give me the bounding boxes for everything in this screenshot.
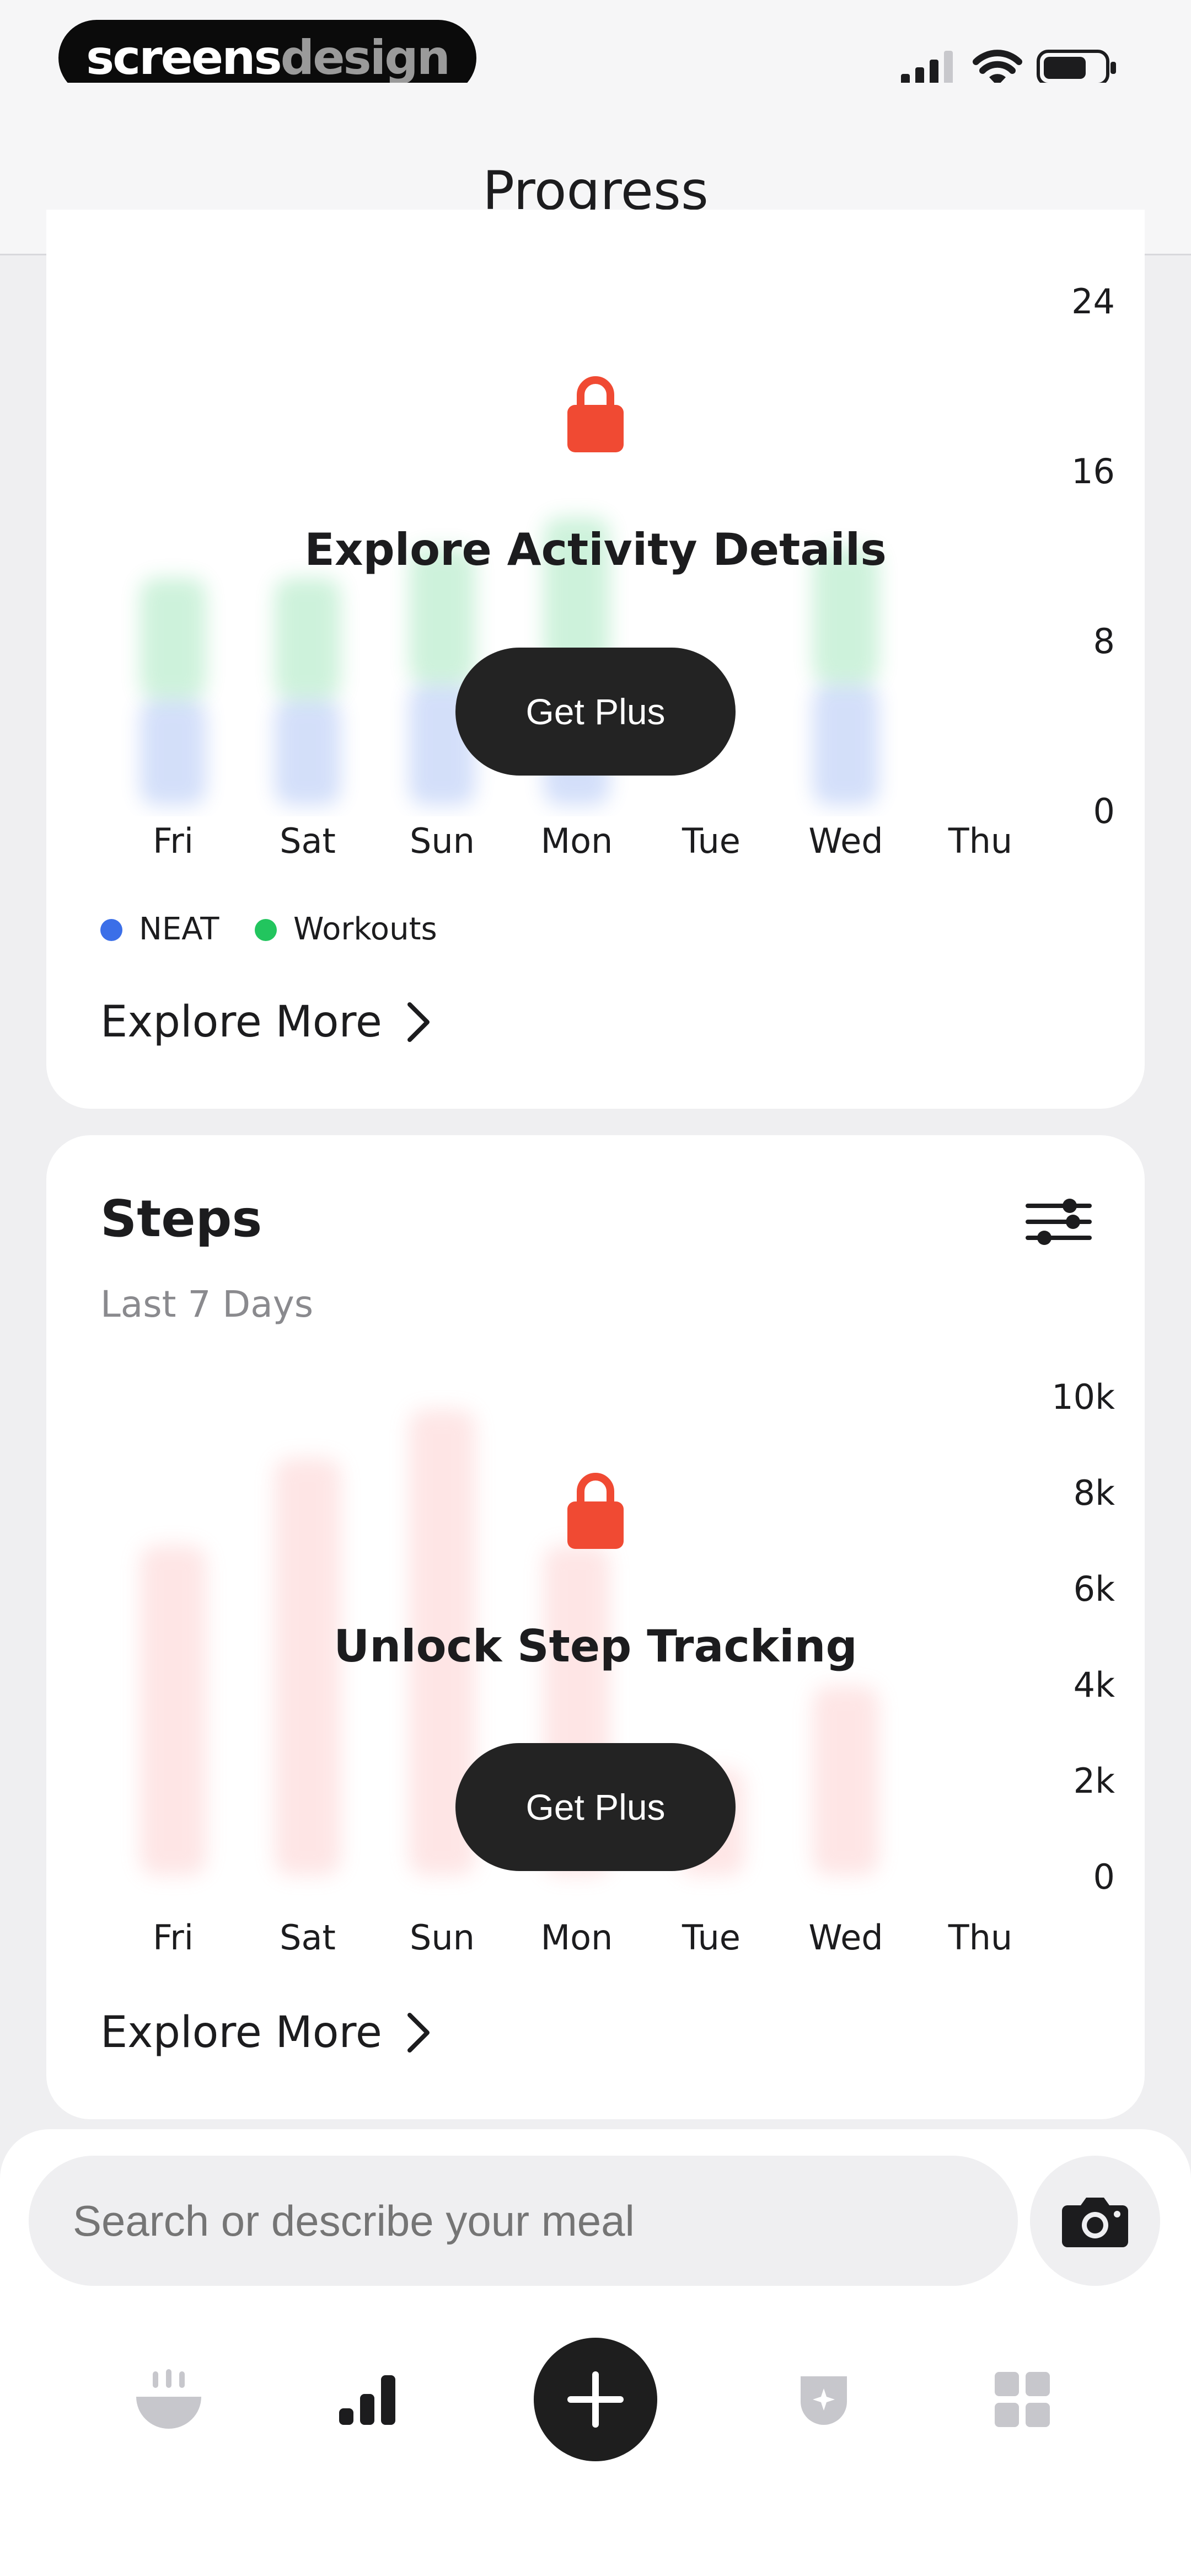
steps-x-tick: Mon xyxy=(540,1917,613,1958)
lock-icon xyxy=(567,1473,624,1549)
activity-y-tick: 24 xyxy=(1071,281,1115,322)
filter-sliders-icon[interactable] xyxy=(1026,1197,1092,1247)
bar-sat-1 xyxy=(275,578,341,699)
bar-wed-0 xyxy=(813,684,879,805)
activity-x-tick: Mon xyxy=(540,821,613,861)
add-entry-button[interactable] xyxy=(534,2338,657,2461)
legend-label-neat: NEAT xyxy=(139,911,219,947)
activity-locked-title: Explore Activity Details xyxy=(304,524,887,575)
steps-x-tick: Sat xyxy=(280,1917,336,1958)
activity-x-tick: Fri xyxy=(153,821,194,861)
activity-y-tick: 8 xyxy=(1093,621,1115,661)
bar-sat-0 xyxy=(275,699,341,805)
steps-locked-title: Unlock Step Tracking xyxy=(334,1621,857,1672)
activity-get-plus-button[interactable]: Get Plus xyxy=(455,648,736,776)
activity-explore-label: Explore More xyxy=(100,997,382,1047)
badge-icon xyxy=(801,2376,847,2425)
camera-icon xyxy=(1062,2198,1128,2247)
brand-part-2: design xyxy=(280,30,450,85)
nav-more-tab[interactable] xyxy=(978,2355,1066,2444)
chevron-right-icon xyxy=(407,2013,430,2053)
activity-x-tick: Wed xyxy=(808,821,883,861)
plus-icon xyxy=(567,2371,624,2428)
chevron-right-icon xyxy=(407,1002,430,1042)
activity-x-tick: Sat xyxy=(280,821,336,861)
activity-x-tick: Thu xyxy=(948,821,1013,861)
steps-explore-label: Explore More xyxy=(100,2008,382,2057)
activity-y-tick: 16 xyxy=(1071,451,1115,491)
legend-label-workouts: Workouts xyxy=(293,911,437,947)
nav-coach-tab[interactable] xyxy=(780,2355,868,2444)
steps-title: Steps xyxy=(100,1189,262,1248)
lock-icon xyxy=(567,376,624,452)
steps-y-tick: 8k xyxy=(1073,1473,1115,1513)
grid-icon xyxy=(995,2372,1050,2427)
steps-get-plus-button[interactable]: Get Plus xyxy=(455,1743,736,1871)
legend-dot-neat xyxy=(100,919,122,941)
steps-x-tick: Wed xyxy=(808,1917,883,1958)
activity-x-tick: Sun xyxy=(410,821,475,861)
steps-y-tick: 6k xyxy=(1073,1569,1115,1609)
steps-y-tick: 2k xyxy=(1073,1761,1115,1801)
bar-fri-0 xyxy=(140,1545,206,1875)
steps-x-tick: Sun xyxy=(410,1917,475,1958)
nav-progress-tab[interactable] xyxy=(323,2355,411,2444)
signal-icon xyxy=(901,51,953,87)
steps-explore-more[interactable]: Explore More xyxy=(100,2008,432,2057)
bar-fri-1 xyxy=(140,578,206,699)
legend-dot-workouts xyxy=(255,919,277,941)
steps-y-tick: 4k xyxy=(1073,1665,1115,1705)
bowl-icon xyxy=(136,2369,201,2429)
steps-y-tick: 0 xyxy=(1093,1857,1115,1897)
nav-food-tab[interactable] xyxy=(125,2355,213,2444)
bar-wed-0 xyxy=(813,1686,879,1875)
battery-icon xyxy=(1037,50,1116,86)
bar-chart-icon xyxy=(339,2375,395,2425)
meal-search-input[interactable] xyxy=(29,2156,1018,2286)
activity-x-tick: Tue xyxy=(682,821,741,861)
bar-fri-0 xyxy=(140,699,206,805)
brand-part-1: screens xyxy=(86,30,282,85)
steps-y-tick: 10k xyxy=(1051,1377,1115,1417)
camera-button[interactable] xyxy=(1030,2156,1160,2286)
steps-x-tick: Fri xyxy=(153,1917,194,1958)
activity-y-tick: 0 xyxy=(1093,791,1115,831)
steps-subtitle: Last 7 Days xyxy=(100,1283,314,1326)
activity-explore-more[interactable]: Explore More xyxy=(100,997,432,1047)
steps-x-tick: Tue xyxy=(682,1917,741,1958)
steps-x-tick: Thu xyxy=(948,1917,1013,1958)
